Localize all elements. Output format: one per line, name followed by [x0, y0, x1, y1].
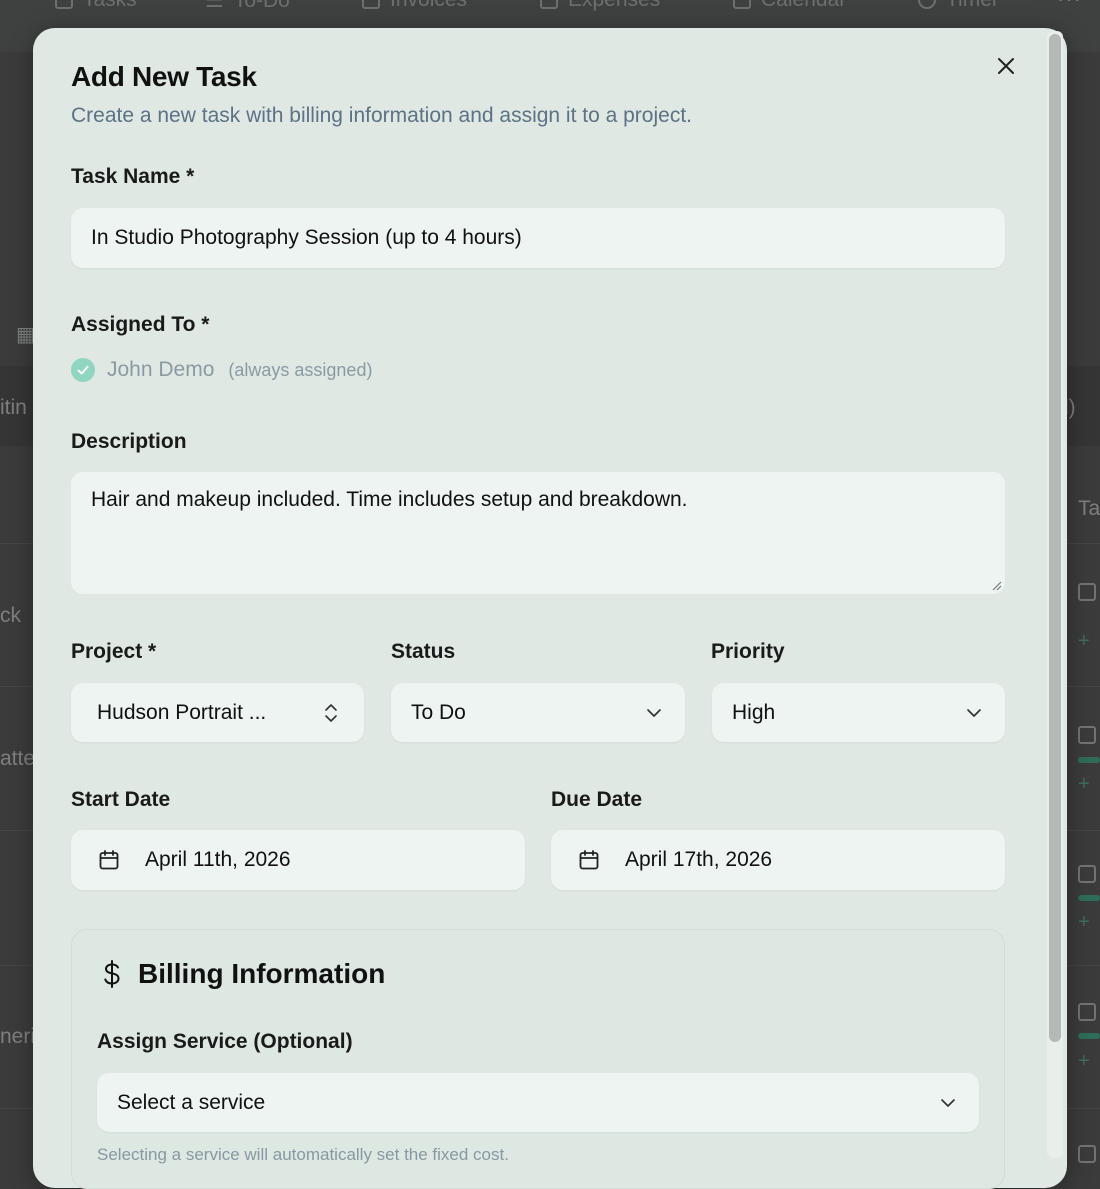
start-date-label: Start Date — [71, 788, 171, 811]
due-date-label: Due Date — [551, 788, 643, 811]
billing-title: Billing Information — [138, 958, 386, 989]
dialog-subtitle: Create a new task with billing informati… — [71, 104, 692, 127]
assigned-to-label: Assigned To * — [71, 313, 210, 336]
bg-text-fragment: Ta — [1078, 497, 1100, 520]
nav-item-expenses[interactable]: Expenses — [540, 0, 660, 12]
plus-icon: + — [1078, 1050, 1090, 1072]
plus-icon: + — [1078, 911, 1090, 933]
service-hint: Selecting a service will automatically s… — [97, 1145, 509, 1164]
checkbox-icon — [55, 0, 73, 9]
service-select[interactable]: Select a service — [97, 1073, 979, 1132]
plus-icon: + — [1078, 773, 1090, 795]
nav-item-todo[interactable]: ☰ To-Do — [205, 0, 290, 13]
status-select[interactable]: To Do — [391, 683, 685, 742]
progress-bar — [1078, 1033, 1100, 1039]
status-value: To Do — [411, 700, 466, 724]
nav-item-tasks[interactable]: Tasks — [55, 0, 137, 12]
calendar-icon — [579, 850, 599, 870]
description-textarea[interactable]: Hair and makeup included. Time includes … — [71, 472, 1005, 594]
nav-item-invoices[interactable]: Invoices — [362, 0, 467, 12]
service-placeholder: Select a service — [117, 1090, 266, 1114]
checkbox-icon — [1078, 1145, 1096, 1163]
due-date-picker[interactable]: April 17th, 2026 — [551, 830, 1005, 890]
bg-text-fragment: neri — [0, 1025, 36, 1048]
project-select[interactable]: Hudson Portrait ... — [71, 683, 364, 742]
nav-item-calendar[interactable]: Calendar — [733, 0, 846, 12]
resize-handle-icon[interactable] — [990, 579, 1002, 591]
calendar-icon — [733, 0, 751, 9]
priority-label: Priority — [711, 640, 785, 663]
project-label: Project * — [71, 640, 157, 663]
plus-icon: + — [1078, 630, 1090, 652]
priority-value: High — [732, 700, 776, 724]
start-date-value: April 11th, 2026 — [145, 848, 291, 871]
billing-heading: Billing Information — [100, 958, 385, 990]
progress-bar — [1078, 757, 1100, 763]
dollar-icon — [104, 960, 120, 988]
close-button[interactable] — [992, 52, 1020, 80]
bg-text-fragment: atte — [0, 747, 36, 770]
task-name-input[interactable]: In Studio Photography Session (up to 4 h… — [71, 208, 1005, 268]
clock-icon — [918, 0, 936, 9]
nav-item-timer[interactable]: Timer — [918, 0, 999, 12]
bg-text-fragment: ck — [0, 604, 21, 627]
chevron-up-down-icon — [320, 702, 342, 724]
assignee-name: John Demo — [107, 358, 215, 381]
calendar-icon — [99, 850, 119, 870]
progress-bar — [1078, 895, 1100, 901]
list-check-icon: ☰ — [205, 0, 224, 12]
checkbox-icon — [1078, 726, 1096, 744]
assignee-note: (always assigned) — [228, 359, 373, 380]
more-dots-icon[interactable]: ··· — [1057, 0, 1082, 12]
checkbox-icon — [1078, 1003, 1096, 1021]
status-label: Status — [391, 640, 456, 663]
chevron-down-icon — [937, 1092, 959, 1114]
dialog-title: Add New Task — [71, 61, 257, 92]
chevron-down-icon — [963, 702, 985, 724]
check-circle-icon — [71, 358, 95, 382]
priority-select[interactable]: High — [712, 683, 1005, 742]
description-value: Hair and makeup included. Time includes … — [91, 488, 688, 511]
receipt-icon — [540, 0, 558, 9]
service-label: Assign Service (Optional) — [97, 1030, 353, 1053]
checkbox-icon — [1078, 865, 1096, 883]
checkbox-icon — [1078, 583, 1096, 601]
due-date-value: April 17th, 2026 — [625, 848, 773, 871]
assignee-row: John Demo (always assigned) — [71, 358, 372, 382]
chevron-down-icon — [643, 702, 665, 724]
project-value: Hudson Portrait ... — [97, 700, 267, 724]
document-icon — [362, 0, 380, 9]
dialog-scrollbar-thumb[interactable] — [1049, 34, 1061, 1042]
start-date-picker[interactable]: April 11th, 2026 — [71, 830, 525, 890]
task-name-value: In Studio Photography Session (up to 4 h… — [91, 226, 522, 249]
description-label: Description — [71, 430, 187, 453]
bg-text-fragment: itin — [0, 396, 27, 419]
close-icon — [998, 58, 1014, 74]
task-name-label: Task Name * — [71, 165, 195, 188]
